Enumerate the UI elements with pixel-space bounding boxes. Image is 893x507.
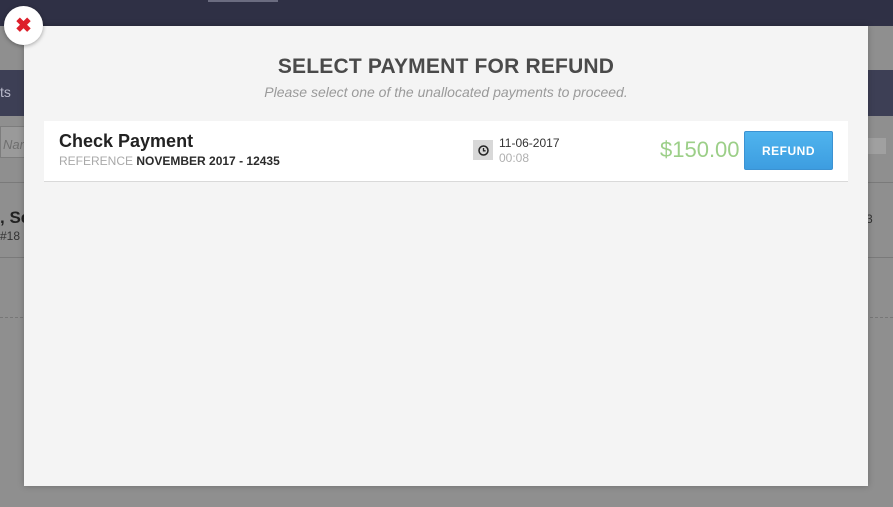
payment-amount: $150.00 xyxy=(660,137,740,162)
modal-title: SELECT PAYMENT FOR REFUND xyxy=(277,55,615,78)
refund-modal: SELECT PAYMENT FOR REFUND Please select … xyxy=(24,26,868,486)
background-top-bar xyxy=(0,0,893,26)
reference-value: NOVEMBER 2017 - 12435 xyxy=(136,154,280,168)
background-active-tab xyxy=(208,0,278,2)
payment-title: Check Payment xyxy=(59,131,194,151)
background-search-placeholder: Nar xyxy=(3,137,24,152)
clock-icon xyxy=(473,140,493,160)
payment-reference: REFERENCE NOVEMBER 2017 - 12435 xyxy=(59,154,280,168)
close-icon: ✖ xyxy=(15,15,32,37)
modal-subtitle: Please select one of the unallocated pay… xyxy=(264,84,628,100)
payment-card: Check Payment REFERENCE NOVEMBER 2017 - … xyxy=(44,121,848,182)
close-button[interactable]: ✖ xyxy=(4,6,43,45)
payment-time: 00:08 xyxy=(499,151,530,165)
reference-label: REFERENCE xyxy=(59,154,134,168)
refund-button[interactable]: REFUND xyxy=(744,131,833,170)
background-nav-item: ts xyxy=(0,84,11,100)
payment-date: 11-06-2017 xyxy=(499,136,560,150)
background-right-input xyxy=(868,138,886,154)
background-customer-number: #18 xyxy=(0,229,21,243)
